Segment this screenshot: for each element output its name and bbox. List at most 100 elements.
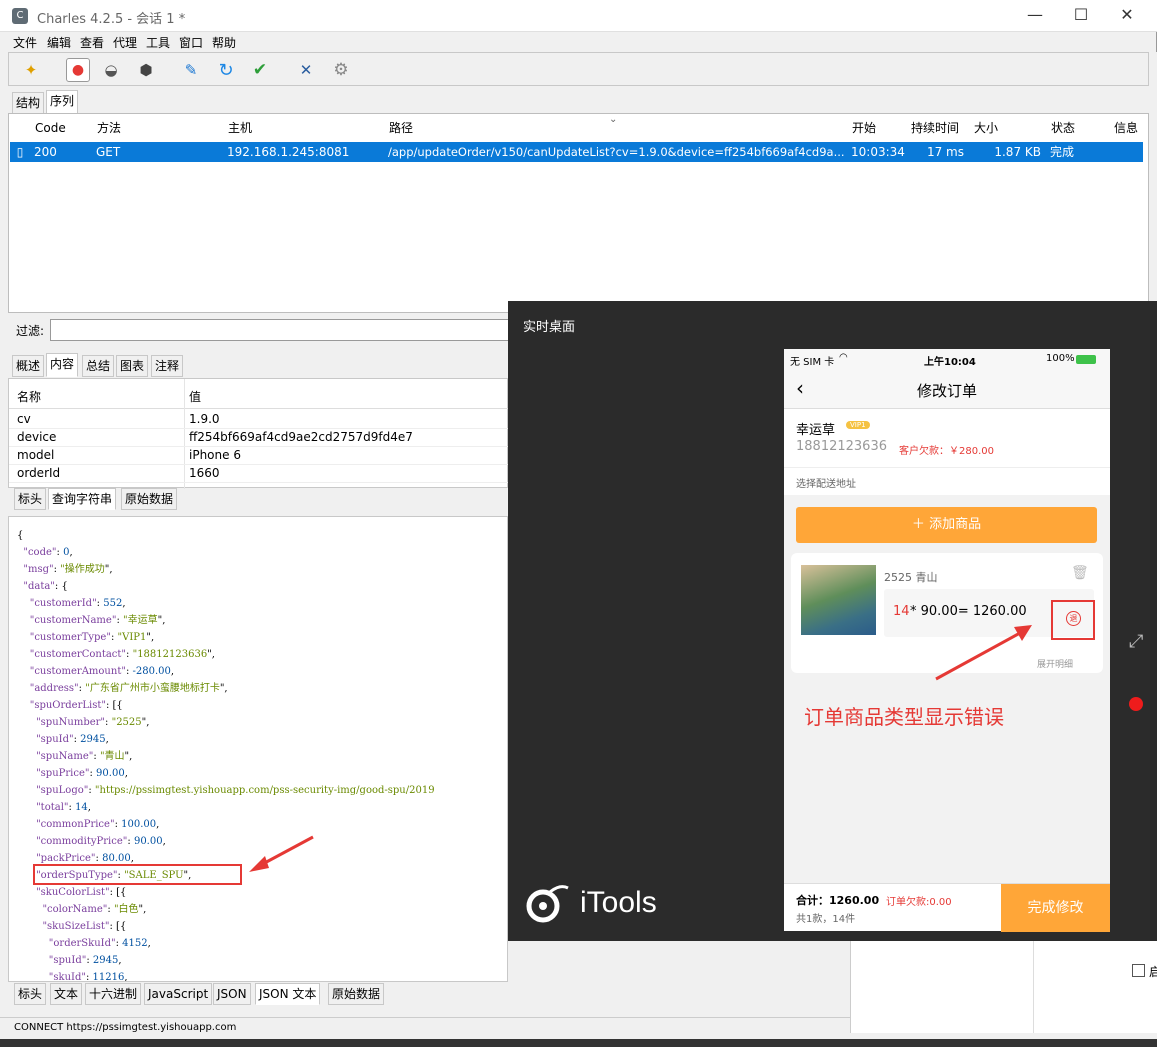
toolbar: ✦ ● ◒ ⬢ ✎ ↻ ✔ ✕ ⚙	[8, 52, 1149, 86]
side-panel: 启	[850, 941, 1157, 1033]
maximize-button[interactable]: ☐	[1058, 0, 1104, 32]
product-formula: * 90.00= 1260.00	[910, 604, 1027, 619]
tab-headers[interactable]: 标头	[14, 488, 47, 510]
record-icon[interactable]: ●	[66, 58, 90, 82]
tab-summary[interactable]: 总结	[82, 355, 115, 377]
settings-icon[interactable]: ⚙	[331, 60, 351, 80]
json-line: "commonPrice": 100.00,	[36, 819, 160, 830]
param-name: cv	[17, 412, 31, 426]
column-header[interactable]: Code	[29, 114, 93, 142]
expand-details[interactable]: 展开明细	[1037, 657, 1073, 670]
tab-sequence[interactable]: 序列	[46, 90, 79, 114]
column-header[interactable]: 主机	[222, 114, 384, 142]
product-thumbnail	[801, 565, 876, 635]
tab-json-text[interactable]: JSON 文本	[255, 983, 321, 1005]
json-line: "customerType": "VIP1",	[29, 632, 155, 643]
window-title: Charles 4.2.5 - 会话 1 *	[37, 12, 186, 27]
param-name: model	[17, 448, 55, 462]
check-icon[interactable]: ✔	[250, 60, 270, 80]
turtle-icon[interactable]: ◒	[101, 60, 121, 80]
tab-overview[interactable]: 概述	[12, 355, 45, 377]
nav-title: 修改订单	[917, 382, 978, 400]
address-hint[interactable]: 选择配送地址	[796, 475, 856, 490]
menu-file[interactable]: 文件	[13, 34, 37, 51]
menu-window[interactable]: 窗口	[179, 34, 203, 51]
column-header[interactable]: 持续时间	[905, 114, 969, 142]
json-line: "skuSizeList": [{	[42, 921, 127, 932]
json-line: "spuId": 2945,	[36, 734, 109, 745]
record-dot-icon[interactable]	[1129, 697, 1143, 711]
tab-raw[interactable]: 原始数据	[328, 983, 385, 1005]
json-line: "spuPrice": 90.00,	[36, 768, 128, 779]
tab-structure[interactable]: 结构	[12, 92, 45, 114]
column-header[interactable]: 信息	[1108, 114, 1148, 142]
checkbox[interactable]	[1132, 964, 1145, 977]
annotation-text: 订单商品类型显示错误	[804, 705, 1004, 729]
json-line: "total": 14,	[36, 802, 91, 813]
json-line: "orderSkuId": 4152,	[48, 938, 151, 949]
tab-javascript[interactable]: JavaScript	[144, 983, 213, 1005]
table-row[interactable]: ▯ 200 GET 192.168.1.245:8081 /app/update…	[10, 142, 1143, 162]
filter-input[interactable]	[50, 319, 510, 341]
column-header[interactable]: 开始	[846, 114, 906, 142]
menu-edit[interactable]: 编辑	[47, 34, 71, 51]
tab-text[interactable]: 文本	[50, 983, 83, 1005]
menu-help[interactable]: 帮助	[212, 34, 236, 51]
close-button[interactable]: ✕	[1104, 0, 1150, 32]
menu-proxy[interactable]: 代理	[113, 34, 137, 51]
minimize-button[interactable]: —	[1012, 0, 1058, 32]
column-header[interactable]: 大小	[968, 114, 1046, 142]
stop-icon[interactable]: ⬢	[136, 60, 156, 80]
order-summary: 共1款，14件	[796, 914, 856, 925]
pen-icon[interactable]: ✎	[181, 60, 201, 80]
sort-chevron-icon: ⌄	[609, 114, 618, 125]
customer-card[interactable]: 幸运草 VIP1 18812123636 客户欠款：￥280.00 选择配送地址	[784, 409, 1110, 509]
table-row[interactable]: model iPhone 6	[9, 447, 509, 465]
tab-headers[interactable]: 标头	[14, 983, 47, 1005]
tab-json[interactable]: JSON	[213, 983, 251, 1005]
row-method: GET	[96, 145, 121, 159]
column-header[interactable]: 状态	[1045, 114, 1109, 142]
trash-icon[interactable]: 🗑	[1071, 565, 1089, 581]
menu-tools[interactable]: 工具	[146, 34, 170, 51]
json-line: "msg": "操作成功",	[23, 564, 113, 575]
broom-icon[interactable]: ✦	[21, 60, 41, 80]
tools-icon[interactable]: ✕	[296, 60, 316, 80]
back-icon[interactable]: ‹	[796, 376, 804, 400]
tab-contents[interactable]: 内容	[46, 353, 79, 377]
refresh-icon[interactable]: ↻	[216, 60, 236, 81]
add-product-button[interactable]: ＋ 添加商品	[796, 507, 1097, 543]
tab-query-string[interactable]: 查询字符串	[48, 488, 117, 510]
phone-status-bar: 无 SIM 卡 ◠ 上午10:04 100%	[784, 349, 1110, 371]
json-line: "spuName": "青山",	[36, 751, 133, 762]
column-header: 名称	[17, 390, 42, 404]
tab-notes[interactable]: 注释	[151, 355, 184, 377]
tab-raw[interactable]: 原始数据	[121, 488, 178, 510]
product-code-name: 2525 青山	[884, 571, 938, 584]
title-bar: C Charles 4.2.5 - 会话 1 * — ☐ ✕	[0, 0, 1157, 32]
column-header[interactable]: 方法	[91, 114, 223, 142]
itools-brand: iTools	[580, 886, 657, 919]
json-line: "customerAmount": -280.00,	[29, 666, 175, 677]
sequence-table: Code 方法 主机 路径 ⌄ 开始 持续时间 大小 状态 信息 ▯ 200 G…	[8, 113, 1149, 313]
tab-chart[interactable]: 图表	[116, 355, 149, 377]
taskbar-strip	[0, 1039, 1157, 1047]
table-row[interactable]: cv 1.9.0	[9, 411, 509, 429]
query-params-table: 名称 值 cv 1.9.0 device ff254bf669af4cd9ae2cd…	[8, 378, 509, 489]
submit-button[interactable]: 完成修改	[1001, 884, 1110, 932]
json-line: "spuOrderList": [{	[29, 700, 123, 711]
tab-hex[interactable]: 十六进制	[85, 983, 142, 1005]
row-host: 192.168.1.245:8081	[227, 145, 350, 159]
menu-view[interactable]: 查看	[80, 34, 104, 51]
param-value: 1.9.0	[189, 412, 220, 426]
table-row[interactable]: orderId 1660	[9, 465, 509, 483]
filter-label: 过滤:	[16, 324, 45, 338]
params-header: 名称 值	[9, 379, 509, 409]
json-response-view[interactable]: { "code": 0, "msg": "操作成功", "data": { "c…	[8, 516, 508, 982]
document-icon: ▯	[16, 145, 24, 159]
order-total: 合计：1260.00	[796, 894, 880, 907]
column-header: 值	[189, 390, 202, 404]
json-line: "customerId": 552,	[29, 598, 126, 609]
fullscreen-icon[interactable]: ⤢	[1129, 631, 1143, 652]
table-row[interactable]: device ff254bf669af4cd9ae2cd2757d9fd4e7	[9, 429, 509, 447]
